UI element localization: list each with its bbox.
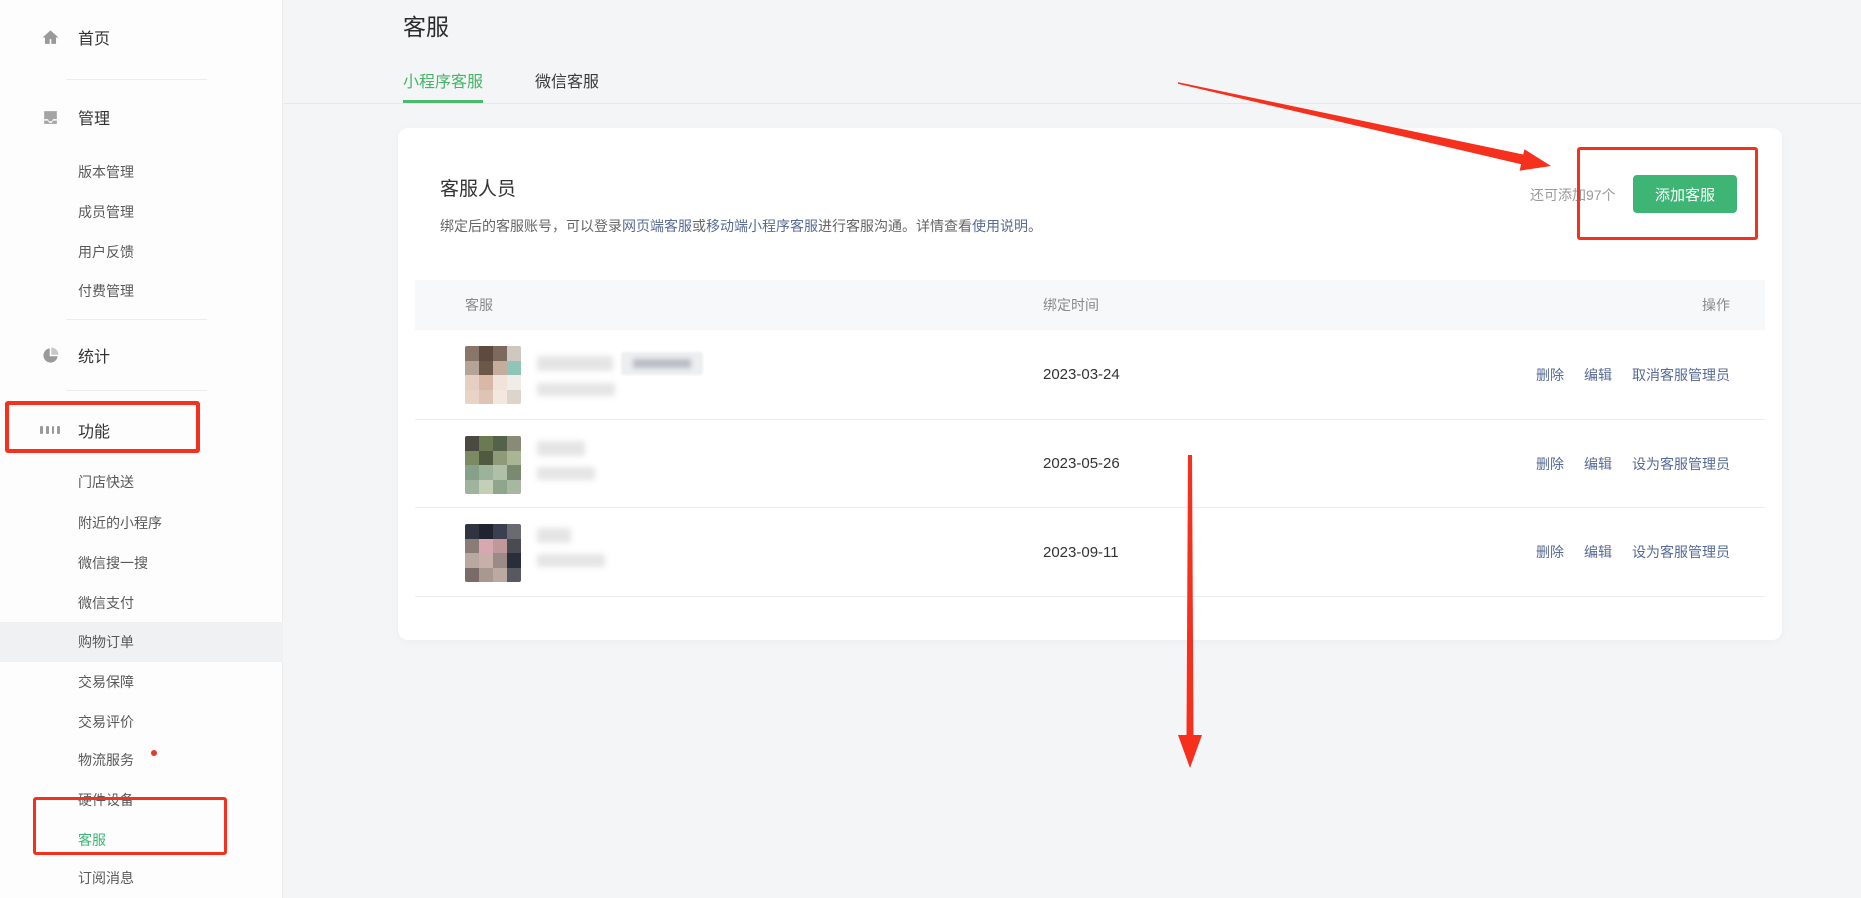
column-header-bind-time: 绑定时间 bbox=[1043, 280, 1099, 330]
sidebar-item-store-delivery[interactable]: 门店快送 bbox=[0, 462, 283, 502]
remaining-quota-text: 还可添加97个 bbox=[1530, 185, 1616, 205]
main-content: 客服 小程序客服 微信客服 客服人员 绑定后的客服账号，可以登录网页端客服或移动… bbox=[284, 0, 1861, 898]
masked-name bbox=[537, 528, 571, 543]
panel-title: 客服人员 bbox=[440, 174, 516, 201]
avatar bbox=[465, 346, 521, 404]
avatar bbox=[465, 524, 521, 582]
notification-dot bbox=[151, 750, 157, 756]
inbox-icon bbox=[40, 107, 60, 127]
sidebar-item-version-manage[interactable]: 版本管理 bbox=[0, 152, 283, 192]
bind-time: 2023-03-24 bbox=[1043, 330, 1120, 419]
sidebar-item-nearby-miniprogram[interactable]: 附近的小程序 bbox=[0, 503, 283, 543]
sidebar-item-features[interactable]: 功能 bbox=[0, 410, 283, 450]
row-actions: 删除 编辑 取消客服管理员 bbox=[1536, 330, 1730, 419]
masked-name bbox=[537, 356, 613, 371]
sidebar-item-pay-manage[interactable]: 付费管理 bbox=[0, 271, 283, 311]
column-header-operations: 操作 bbox=[1702, 280, 1730, 330]
avatar bbox=[465, 436, 521, 494]
sidebar-item-trade-guarantee[interactable]: 交易保障 bbox=[0, 662, 283, 702]
customer-service-panel: 客服人员 绑定后的客服账号，可以登录网页端客服或移动端小程序客服进行客服沟通。详… bbox=[398, 128, 1782, 640]
page-title: 客服 bbox=[403, 8, 449, 42]
table-row: 2023-09-11 删除 编辑 设为客服管理员 bbox=[415, 508, 1765, 597]
masked-admin-badge bbox=[621, 352, 703, 375]
sidebar-item-home[interactable]: 首页 bbox=[0, 17, 283, 57]
web-customer-service-link[interactable]: 网页端客服 bbox=[622, 218, 692, 234]
tab-miniprogram-customer-service[interactable]: 小程序客服 bbox=[403, 58, 483, 103]
sidebar-item-label: 统计 bbox=[78, 343, 110, 367]
mobile-miniprogram-cs-link[interactable]: 移动端小程序客服 bbox=[706, 218, 818, 234]
masked-name bbox=[537, 441, 585, 456]
sidebar-item-customer-service[interactable]: 客服 bbox=[0, 820, 283, 860]
masked-account bbox=[537, 554, 605, 567]
sidebar-item-shopping-orders[interactable]: 购物订单 bbox=[0, 622, 283, 662]
add-customer-service-button[interactable]: 添加客服 bbox=[1633, 175, 1737, 213]
table-header: 客服 绑定时间 操作 bbox=[415, 280, 1765, 330]
edit-link[interactable]: 编辑 bbox=[1584, 454, 1612, 474]
bind-time: 2023-05-26 bbox=[1043, 420, 1120, 507]
divider bbox=[66, 390, 207, 391]
table-row: 2023-03-24 删除 编辑 取消客服管理员 bbox=[415, 330, 1765, 420]
pie-chart-icon bbox=[40, 345, 60, 365]
sidebar-item-hardware[interactable]: 硬件设备 bbox=[0, 780, 283, 820]
set-cs-admin-link[interactable]: 设为客服管理员 bbox=[1632, 454, 1730, 474]
sidebar-item-subscribe-message[interactable]: 订阅消息 bbox=[0, 858, 283, 898]
sidebar: 首页 管理 版本管理 成员管理 用户反馈 付费管理 统计 功能 门店快送 附近的… bbox=[0, 0, 283, 898]
edit-link[interactable]: 编辑 bbox=[1584, 365, 1612, 385]
delete-link[interactable]: 删除 bbox=[1536, 365, 1564, 385]
delete-link[interactable]: 删除 bbox=[1536, 454, 1564, 474]
sidebar-item-member-manage[interactable]: 成员管理 bbox=[0, 192, 283, 232]
sidebar-item-manage[interactable]: 管理 bbox=[0, 97, 283, 137]
sidebar-item-trade-review[interactable]: 交易评价 bbox=[0, 702, 283, 742]
table-row: 2023-05-26 删除 编辑 设为客服管理员 bbox=[415, 420, 1765, 508]
divider bbox=[66, 79, 207, 80]
bind-time: 2023-09-11 bbox=[1043, 508, 1119, 596]
edit-link[interactable]: 编辑 bbox=[1584, 542, 1612, 562]
sidebar-item-label: 管理 bbox=[78, 105, 110, 129]
masked-account bbox=[537, 383, 615, 396]
sidebar-item-stats[interactable]: 统计 bbox=[0, 335, 283, 375]
tab-wechat-customer-service[interactable]: 微信客服 bbox=[535, 58, 599, 103]
row-actions: 删除 编辑 设为客服管理员 bbox=[1536, 508, 1730, 596]
cancel-cs-admin-link[interactable]: 取消客服管理员 bbox=[1632, 365, 1730, 385]
panel-description: 绑定后的客服账号，可以登录网页端客服或移动端小程序客服进行客服沟通。详情查看使用… bbox=[440, 216, 1042, 236]
sidebar-item-logistics[interactable]: 物流服务 bbox=[0, 740, 283, 780]
grid-icon bbox=[40, 420, 60, 440]
sidebar-item-wechat-pay[interactable]: 微信支付 bbox=[0, 583, 283, 623]
column-header-customer-service: 客服 bbox=[465, 280, 493, 330]
sidebar-item-user-feedback[interactable]: 用户反馈 bbox=[0, 232, 283, 272]
divider bbox=[66, 319, 207, 320]
masked-account bbox=[537, 467, 595, 480]
sidebar-item-label: 首页 bbox=[78, 25, 110, 49]
tab-bar: 小程序客服 微信客服 bbox=[403, 58, 599, 103]
usage-instructions-link[interactable]: 使用说明 bbox=[972, 218, 1028, 234]
home-icon bbox=[40, 27, 60, 47]
set-cs-admin-link[interactable]: 设为客服管理员 bbox=[1632, 542, 1730, 562]
sidebar-item-wechat-search[interactable]: 微信搜一搜 bbox=[0, 543, 283, 583]
tabbar-border bbox=[284, 103, 1861, 104]
sidebar-item-label: 功能 bbox=[78, 418, 110, 442]
row-actions: 删除 编辑 设为客服管理员 bbox=[1536, 420, 1730, 507]
delete-link[interactable]: 删除 bbox=[1536, 542, 1564, 562]
